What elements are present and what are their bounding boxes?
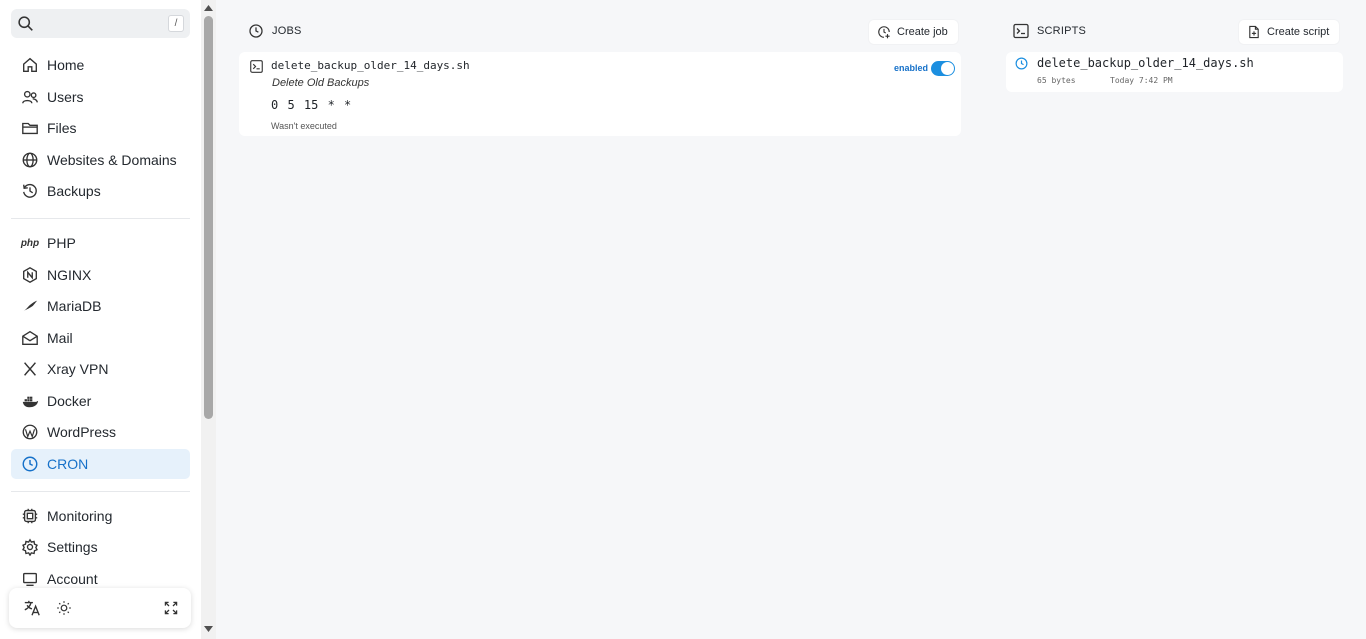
- clock-plus-icon: [878, 26, 890, 39]
- translate-icon[interactable]: [22, 598, 42, 618]
- script-size: 65 bytes: [1037, 76, 1076, 85]
- gear-icon: [20, 537, 40, 557]
- xray-icon: [20, 359, 40, 379]
- sun-icon[interactable]: [54, 598, 74, 618]
- sidebar-item-label: Mail: [47, 330, 73, 346]
- sidebar-item-cron[interactable]: CRON: [11, 449, 190, 479]
- sidebar-item-label: Monitoring: [47, 508, 113, 524]
- sidebar-item-websites[interactable]: Websites & Domains: [11, 145, 190, 175]
- create-script-label: Create script: [1267, 26, 1330, 38]
- job-enabled-label: enabled: [894, 63, 929, 73]
- search-icon: [18, 16, 33, 31]
- sidebar-item-php[interactable]: php PHP: [11, 228, 190, 258]
- clock-icon: [249, 24, 263, 38]
- script-modified-date: Today 7:42 PM: [1110, 76, 1173, 85]
- scroll-down-arrow-icon[interactable]: [203, 625, 214, 633]
- terminal-icon: [1013, 23, 1029, 39]
- mail-icon: [20, 328, 40, 348]
- sidebar-item-label: CRON: [47, 456, 89, 472]
- sidebar-item-label: WordPress: [47, 424, 116, 440]
- job-card[interactable]: delete_backup_older_14_days.sh Delete Ol…: [239, 52, 961, 136]
- sidebar-item-label: Websites & Domains: [47, 152, 177, 168]
- scripts-title: SCRIPTS: [1037, 25, 1087, 37]
- file-plus-icon: [1249, 25, 1259, 39]
- sidebar: / Home Users Files Websites & Domains Ba…: [0, 0, 201, 639]
- job-enabled-toggle[interactable]: [931, 61, 955, 76]
- docker-icon: [20, 391, 40, 411]
- sidebar-item-backups[interactable]: Backups: [11, 176, 190, 206]
- sidebar-item-label: PHP: [47, 235, 76, 251]
- sidebar-item-label: Files: [47, 120, 77, 136]
- sidebar-item-label: Settings: [47, 539, 98, 555]
- sidebar-item-docker[interactable]: Docker: [11, 386, 190, 416]
- mariadb-icon: [20, 296, 40, 316]
- fullscreen-icon[interactable]: [161, 598, 181, 618]
- sidebar-item-label: NGINX: [47, 267, 92, 283]
- toggle-knob: [941, 62, 954, 75]
- create-job-button[interactable]: Create job: [869, 20, 958, 44]
- sidebar-item-label: MariaDB: [47, 298, 102, 314]
- create-script-button[interactable]: Create script: [1239, 20, 1340, 44]
- sidebar-item-label: Home: [47, 57, 85, 73]
- sidebar-item-mail[interactable]: Mail: [11, 323, 190, 353]
- job-schedule: 0 5 15 * *: [271, 98, 352, 112]
- monitor-icon: [20, 506, 40, 526]
- sidebar-item-home[interactable]: Home: [11, 50, 190, 80]
- sidebar-item-files[interactable]: Files: [11, 113, 190, 143]
- search-shortcut-badge: /: [168, 15, 184, 32]
- php-icon: php: [20, 237, 40, 249]
- sidebar-item-label: Account: [47, 571, 98, 587]
- history-icon: [20, 181, 40, 201]
- sidebar-scrollbar-thumb[interactable]: [204, 16, 213, 419]
- folder-icon: [20, 118, 40, 138]
- sidebar-item-xray[interactable]: Xray VPN: [11, 354, 190, 384]
- job-last-run-status: Wasn't executed: [271, 121, 337, 131]
- nginx-icon: [20, 265, 40, 285]
- scripts-section-header: SCRIPTS: [1013, 23, 1086, 39]
- sidebar-divider: [11, 218, 190, 219]
- clock-icon: [20, 454, 40, 474]
- jobs-section-header: JOBS: [248, 23, 302, 39]
- terminal-icon: [250, 60, 263, 73]
- sidebar-divider: [11, 491, 190, 492]
- users-icon: [20, 87, 40, 107]
- jobs-title: JOBS: [272, 25, 302, 37]
- clock-icon: [1015, 57, 1028, 70]
- home-icon: [20, 55, 40, 75]
- sidebar-bottom-toolbar: [9, 588, 191, 628]
- script-name: delete_backup_older_14_days.sh: [1037, 56, 1254, 70]
- sidebar-item-nginx[interactable]: NGINX: [11, 260, 190, 290]
- sidebar-item-settings[interactable]: Settings: [11, 532, 190, 562]
- job-description: Delete Old Backups: [272, 77, 370, 89]
- sidebar-item-label: Backups: [47, 183, 101, 199]
- create-job-label: Create job: [897, 26, 948, 38]
- account-icon: [20, 569, 40, 589]
- sidebar-item-users[interactable]: Users: [11, 82, 190, 112]
- scroll-up-arrow-icon[interactable]: [203, 4, 214, 12]
- sidebar-item-label: Docker: [47, 393, 92, 409]
- globe-icon: [20, 150, 40, 170]
- job-script-name: delete_backup_older_14_days.sh: [271, 59, 470, 72]
- sidebar-item-wordpress[interactable]: WordPress: [11, 417, 190, 447]
- sidebar-item-label: Users: [47, 89, 84, 105]
- sidebar-item-monitoring[interactable]: Monitoring: [11, 501, 190, 531]
- sidebar-item-label: Xray VPN: [47, 361, 109, 377]
- search-input[interactable]: /: [11, 9, 190, 38]
- sidebar-item-mariadb[interactable]: MariaDB: [11, 291, 190, 321]
- wordpress-icon: [20, 422, 40, 442]
- script-card[interactable]: delete_backup_older_14_days.sh 65 bytes …: [1006, 52, 1343, 92]
